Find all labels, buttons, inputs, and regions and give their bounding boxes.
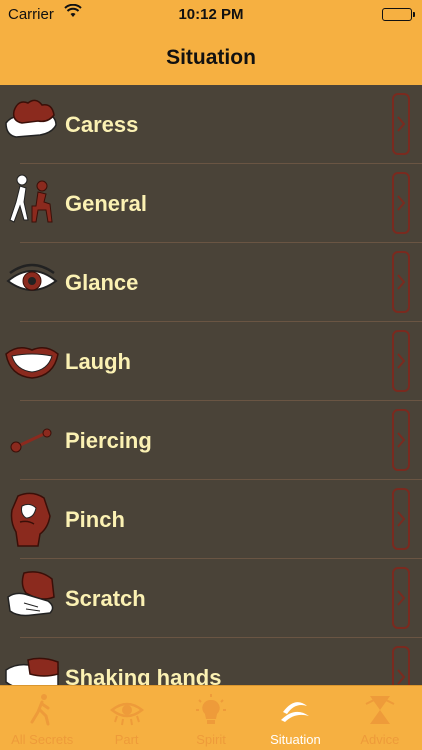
disclosure-indicator[interactable] — [392, 330, 410, 392]
tab-label: Part — [114, 732, 139, 747]
tab-part[interactable]: Part — [84, 686, 168, 750]
lightbulb-icon — [193, 692, 229, 728]
eye-icon — [4, 251, 60, 311]
tab-label: Spirit — [196, 732, 226, 747]
hourglass-icon — [362, 692, 398, 728]
disclosure-indicator[interactable] — [392, 251, 410, 313]
list-item-pinch[interactable]: Pinch — [0, 480, 422, 559]
list-item-laugh[interactable]: Laugh — [0, 322, 422, 401]
status-bar: Carrier 10:12 PM — [0, 0, 422, 30]
tab-label: All Secrets — [11, 732, 74, 747]
people-icon — [4, 172, 60, 232]
disclosure-indicator[interactable] — [392, 409, 410, 471]
pinch-hand-icon — [4, 488, 60, 548]
item-label: Pinch — [65, 507, 125, 532]
item-label: Piercing — [65, 428, 152, 453]
tab-spirit[interactable]: Spirit — [169, 686, 253, 750]
walking-person-icon — [24, 692, 60, 728]
tab-advice[interactable]: Advice — [338, 686, 422, 750]
battery-icon — [382, 8, 415, 21]
list-item-general[interactable]: General — [0, 164, 422, 243]
item-label: Glance — [65, 270, 139, 295]
list-item-caress[interactable]: Caress — [0, 85, 422, 164]
mouth-icon — [4, 330, 60, 390]
clock: 10:12 PM — [178, 6, 244, 23]
caress-hand-icon — [4, 93, 60, 153]
scratch-hand-icon — [4, 567, 60, 627]
item-label: Caress — [65, 112, 139, 137]
list-item-scratch[interactable]: Scratch — [0, 559, 422, 638]
handshake-icon — [4, 646, 60, 685]
tab-bar: All Secrets Part Spirit Situation Advice — [0, 685, 422, 750]
disclosure-indicator[interactable] — [392, 488, 410, 550]
item-label: General — [65, 191, 147, 216]
swirl-icon — [277, 692, 313, 728]
tab-all-secrets[interactable]: All Secrets — [0, 686, 84, 750]
list-item-piercing[interactable]: Piercing — [0, 401, 422, 480]
list-item-shaking-hands[interactable]: Shaking hands — [0, 638, 422, 685]
tab-situation[interactable]: Situation — [253, 686, 337, 750]
situation-list[interactable]: Caress General Glance Laugh Piercing Pin… — [0, 85, 422, 685]
item-label: Shaking hands — [65, 665, 222, 685]
piercing-icon — [4, 409, 60, 469]
disclosure-indicator[interactable] — [392, 567, 410, 629]
item-label: Laugh — [65, 349, 131, 374]
tab-label: Advice — [360, 732, 400, 747]
tab-label: Situation — [270, 732, 321, 747]
eye-lash-icon — [109, 692, 145, 728]
disclosure-indicator[interactable] — [392, 93, 410, 155]
item-label: Scratch — [65, 586, 146, 611]
disclosure-indicator[interactable] — [392, 172, 410, 234]
navigation-bar: Situation — [0, 30, 422, 85]
list-item-glance[interactable]: Glance — [0, 243, 422, 322]
page-title: Situation — [166, 45, 256, 69]
disclosure-indicator[interactable] — [392, 646, 410, 685]
